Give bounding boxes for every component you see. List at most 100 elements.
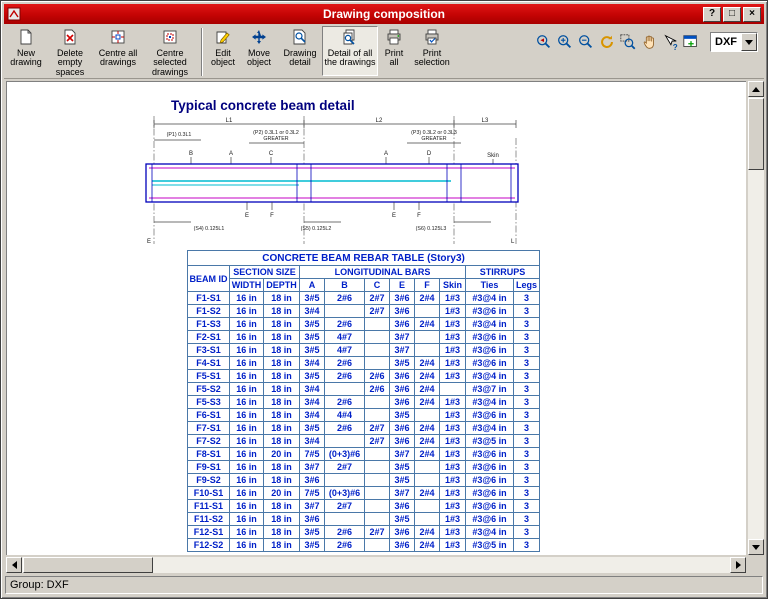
table-cell: 1#3: [439, 395, 466, 409]
table-cell: [324, 512, 365, 526]
table-cell: [414, 473, 440, 487]
stirrup-note: (S5) 0.125L2: [301, 226, 332, 232]
table-cell: 1#3: [439, 356, 466, 370]
bar-mark: D: [427, 151, 432, 157]
horizontal-scroll-thumb[interactable]: [23, 557, 153, 573]
print-all-button[interactable]: Print all: [378, 26, 410, 76]
zoom-window-icon[interactable]: [618, 32, 638, 52]
table-cell: 2#6: [324, 525, 365, 539]
table-cell: F11-S1: [187, 499, 230, 513]
table-cell: [364, 460, 390, 474]
combo-dropdown-button[interactable]: [741, 33, 757, 51]
drawing-canvas[interactable]: Typical concrete beam detail L1 L2 L3 (P…: [6, 81, 746, 555]
zoom-in-icon[interactable]: [555, 32, 575, 52]
table-cell: (0+3)#6: [324, 447, 365, 461]
table-cell: 16 in: [229, 486, 264, 500]
table-cell: F2-S1: [187, 330, 230, 344]
table-cell: [364, 473, 390, 487]
arrow-right-icon: [735, 561, 741, 569]
table-cell: #3@7 in: [465, 382, 514, 396]
table-cell: 3#5: [299, 317, 325, 331]
table-cell: [414, 343, 440, 357]
new-drawing-button[interactable]: New drawing: [6, 26, 46, 76]
table-cell: 2#4: [414, 369, 440, 383]
table-cell: 1#3: [439, 408, 466, 422]
beam-elevation-drawing[interactable]: L1 L2 L3 (P1) 0.3L1 (P2) 0.3L1 or 0.3L2 …: [139, 114, 535, 246]
vertical-scroll-thumb[interactable]: [748, 98, 764, 170]
table-cell: 2#7: [364, 525, 390, 539]
table-cell: 2#6: [324, 369, 365, 383]
table-cell: 3#7: [389, 486, 415, 500]
centre-selected-drawings-icon: [162, 29, 178, 48]
table-cell: F4-S1: [187, 356, 230, 370]
table-cell: 1#3: [439, 330, 466, 344]
drawing-detail-icon: [292, 29, 308, 48]
table-cell: #3@6 in: [465, 408, 514, 422]
move-object-icon: [251, 29, 267, 48]
table-cell: F12-S1: [187, 525, 230, 539]
table-cell: 2#4: [414, 421, 440, 435]
scroll-left-button[interactable]: [6, 557, 22, 573]
span-label: L1: [226, 118, 233, 124]
pan-icon[interactable]: [639, 32, 659, 52]
table-row: F4-S1 16 in 18 in 3#4 2#6 3#5 2#4 1#3 #3@6 in 3: [187, 356, 541, 370]
table-cell: [364, 447, 390, 461]
table-cell: 7#5: [299, 486, 325, 500]
table-cell: 2#4: [414, 434, 440, 448]
table-cell: 20 in: [263, 447, 300, 461]
table-cell: 1#3: [439, 447, 466, 461]
scroll-right-button[interactable]: [730, 557, 746, 573]
regenerate-icon[interactable]: [597, 32, 617, 52]
print-selection-button[interactable]: Print selection: [410, 26, 454, 76]
rebar-table[interactable]: CONCRETE BEAM REBAR TABLE (Story3) BEAM …: [186, 250, 541, 552]
export-view-icon[interactable]: [681, 32, 701, 52]
table-cell: 16 in: [229, 330, 264, 344]
table-cell: 3#6: [389, 434, 415, 448]
delete-empty-spaces-icon: [62, 29, 78, 48]
edit-object-button[interactable]: Edit object: [206, 26, 240, 76]
zoom-out-icon[interactable]: [576, 32, 596, 52]
help-button[interactable]: ?: [703, 6, 721, 22]
centre-all-drawings-button[interactable]: Centre all drawings: [94, 26, 142, 76]
zoom-previous-icon[interactable]: [534, 32, 554, 52]
drawing-detail-button[interactable]: Drawing detail: [278, 26, 322, 76]
table-cell: 1#3: [439, 512, 466, 526]
table-cell: [414, 304, 440, 318]
context-help-icon[interactable]: ?: [660, 32, 680, 52]
arrow-left-icon: [11, 561, 17, 569]
bar-mark: E: [392, 213, 396, 219]
table-row: F5-S1 16 in 18 in 3#5 2#6 2#6 3#6 2#4 1#3 #3@4 in…: [187, 369, 541, 383]
table-cell: 16 in: [229, 317, 264, 331]
maximize-button[interactable]: □: [723, 6, 741, 22]
table-cell: [414, 460, 440, 474]
column-header: Legs: [512, 278, 541, 292]
bar-mark: F: [270, 213, 274, 219]
table-cell: F12-S2: [187, 538, 230, 552]
horizontal-scrollbar[interactable]: [6, 557, 746, 573]
vertical-scrollbar[interactable]: [748, 81, 764, 555]
toolbar: New drawing Delete empty spaces Centre a…: [4, 24, 764, 79]
table-cell: 3#6: [389, 421, 415, 435]
table-cell: #3@4 in: [465, 291, 514, 305]
table-cell: 18 in: [263, 434, 300, 448]
delete-empty-spaces-button[interactable]: Delete empty spaces: [46, 26, 94, 77]
column-header: Skin: [439, 278, 466, 292]
table-cell: 16 in: [229, 538, 264, 552]
move-object-button[interactable]: Move object: [240, 26, 278, 76]
table-cell: F1-S2: [187, 304, 230, 318]
scroll-down-button[interactable]: [748, 539, 764, 555]
table-cell: [364, 486, 390, 500]
centre-selected-drawings-button[interactable]: Centre selected drawings: [142, 26, 198, 77]
table-cell: 2#4: [414, 291, 440, 305]
table-cell: F1-S3: [187, 317, 230, 331]
scroll-up-button[interactable]: [748, 81, 764, 97]
title-bar[interactable]: Drawing composition ? □ ×: [4, 4, 764, 24]
close-button[interactable]: ×: [743, 6, 761, 22]
detail-all-drawings-button[interactable]: Detail of all the drawings: [322, 26, 378, 76]
table-cell: 18 in: [263, 499, 300, 513]
table-cell: [414, 330, 440, 344]
table-cell: 2#7: [324, 499, 365, 513]
table-cell: [414, 512, 440, 526]
table-cell: 3: [512, 512, 541, 526]
export-format-combo[interactable]: DXF: [710, 32, 758, 52]
